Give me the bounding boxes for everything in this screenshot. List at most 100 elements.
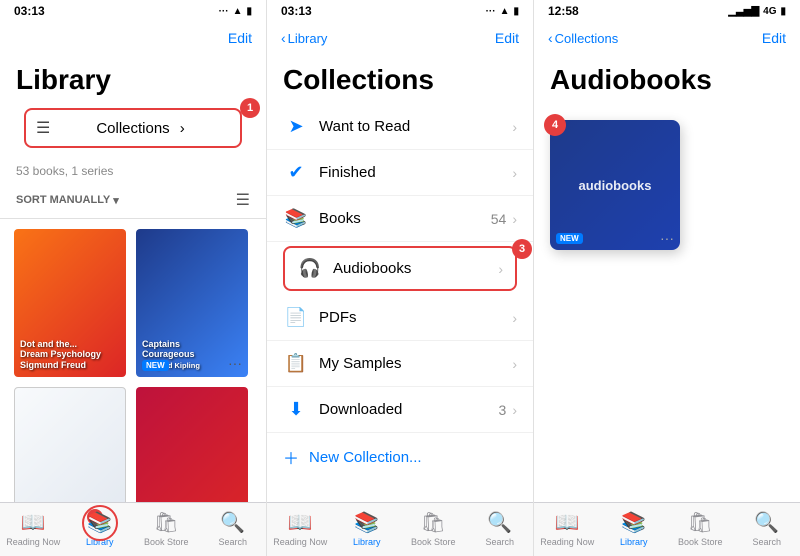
- book-title-1: Dot and the...Dream PsychologySigmund Fr…: [14, 333, 126, 377]
- audiobook-num-badge: 4: [544, 114, 566, 136]
- audiobooks-grid: audiobooks NEW ··· 4: [534, 104, 800, 502]
- tab-library-left[interactable]: 📚 Library 1: [67, 507, 134, 550]
- book-cover-2[interactable]: CaptainsCourageousRudyard Kipling NEW ··…: [136, 229, 248, 377]
- downloaded-label: Downloaded: [319, 401, 499, 418]
- tab-search-right[interactable]: 🔍 Search: [734, 507, 800, 550]
- status-bar-mid: 03:13 ··· ▲ ▮: [267, 0, 533, 22]
- sort-value: MANUALLY: [50, 194, 111, 206]
- time-left: 03:13: [14, 4, 45, 18]
- search-icon-left: 🔍: [220, 510, 245, 535]
- status-icons-right: ▁▃▅▇ 4G ▮: [728, 6, 786, 17]
- audiobooks-label: Audiobooks: [333, 260, 498, 277]
- collections-row-container: ☰ Collections › 1: [12, 104, 254, 156]
- pdfs-label: PDFs: [319, 309, 512, 326]
- tab-library-right[interactable]: 📚 Library: [601, 507, 668, 550]
- audiobooks-icon: 🎧: [297, 258, 323, 279]
- tab-bookstore-label-right: Book Store: [678, 537, 723, 547]
- time-mid: 03:13: [281, 4, 312, 18]
- tab-bookstore-mid[interactable]: 🛍 Book Store: [400, 507, 467, 550]
- tab-reading-now-mid[interactable]: 📖 Reading Now: [267, 507, 334, 550]
- tab-reading-now-label-mid: Reading Now: [273, 537, 327, 547]
- panel-collections: 03:13 ··· ▲ ▮ ‹ Library Edit Collections…: [267, 0, 534, 556]
- samples-label: My Samples: [319, 355, 512, 372]
- tab-library-mid[interactable]: 📚 Library: [334, 507, 401, 550]
- tab-search-left[interactable]: 🔍 Search: [200, 507, 267, 550]
- chevron-left-icon-right: ‹: [548, 30, 553, 46]
- library-circle: 📚: [87, 510, 112, 535]
- finished-icon: ✔: [283, 162, 309, 183]
- tab-bookstore-left[interactable]: 🛍 Book Store: [133, 507, 200, 550]
- tab-bookstore-right[interactable]: 🛍 Book Store: [667, 507, 734, 550]
- reading-now-icon-right: 📖: [555, 510, 580, 535]
- collection-downloaded[interactable]: ⬇ Downloaded 3 ›: [267, 387, 533, 433]
- collections-badge: 1: [240, 98, 260, 118]
- nav-bar-mid: ‹ Library Edit: [267, 22, 533, 58]
- bookstore-icon-mid: 🛍: [421, 510, 446, 535]
- back-label-mid: Library: [288, 31, 328, 46]
- bookstore-icon: 🛍: [154, 510, 179, 535]
- downloaded-count: 3: [499, 402, 507, 418]
- bookstore-icon-right: 🛍: [688, 510, 713, 535]
- tab-bookstore-label-mid: Book Store: [411, 537, 456, 547]
- grid-icon[interactable]: ☰: [236, 190, 250, 210]
- samples-icon: 📋: [283, 353, 309, 374]
- chevron-finished: ›: [512, 165, 517, 181]
- chevron-samples: ›: [512, 356, 517, 372]
- books-icon: 📚: [283, 208, 309, 229]
- nav-bar-right: ‹ Collections Edit: [534, 22, 800, 58]
- tab-reading-now-left[interactable]: 📖 Reading Now: [0, 507, 67, 550]
- chevron-want: ›: [512, 119, 517, 135]
- book-title-4: A FairPenitent: [136, 501, 248, 502]
- tab-bar-left: 📖 Reading Now 📚 Library 1 🛍 Book Store 🔍…: [0, 502, 266, 556]
- search-icon-right: 🔍: [754, 510, 779, 535]
- books-count: 54: [491, 211, 507, 227]
- new-collection-row[interactable]: ＋ New Collection...: [267, 433, 533, 481]
- collection-books[interactable]: 📚 Books 54 ›: [267, 196, 533, 242]
- chevron-downloaded: ›: [512, 402, 517, 418]
- new-collection-label: New Collection...: [309, 449, 422, 466]
- sort-label: SORT: [16, 194, 47, 206]
- wifi-icon-mid: ▲: [500, 6, 510, 17]
- search-icon-mid: 🔍: [487, 510, 512, 535]
- audiobook-cover[interactable]: audiobooks NEW ···: [550, 120, 680, 250]
- collection-finished[interactable]: ✔ Finished ›: [267, 150, 533, 196]
- collections-row[interactable]: ☰ Collections ›: [24, 108, 242, 148]
- back-library-button[interactable]: ‹ Library: [281, 30, 327, 46]
- downloaded-icon: ⬇: [283, 399, 309, 420]
- signal-icon: ···: [219, 6, 229, 17]
- chevron-right-icon: ›: [180, 120, 230, 137]
- collection-audiobooks[interactable]: 🎧 Audiobooks ›: [283, 246, 517, 291]
- tab-reading-now-right[interactable]: 📖 Reading Now: [534, 507, 601, 550]
- edit-button-left[interactable]: Edit: [228, 30, 252, 46]
- signal-bars-icon: ▁▃▅▇: [728, 6, 759, 17]
- tab-reading-now-label: Reading Now: [6, 537, 60, 547]
- want-to-read-label: Want to Read: [319, 118, 512, 135]
- audiobooks-highlighted-container: 🎧 Audiobooks › 3: [275, 246, 525, 291]
- audiobook-item-container: audiobooks NEW ··· 4: [550, 120, 680, 250]
- panel-audiobooks: 12:58 ▁▃▅▇ 4G ▮ ‹ Collections Edit Audio…: [534, 0, 800, 556]
- chevron-books: ›: [512, 211, 517, 227]
- back-label-right: Collections: [555, 31, 619, 46]
- lib-count: 53 books, 1 series: [0, 164, 266, 186]
- back-collections-button[interactable]: ‹ Collections: [548, 30, 618, 46]
- collection-pdfs[interactable]: 📄 PDFs ›: [267, 295, 533, 341]
- book-cover-4[interactable]: A FairPenitent: [136, 387, 248, 502]
- edit-button-mid[interactable]: Edit: [495, 30, 519, 46]
- page-title-left: Library: [0, 58, 266, 104]
- more-dots-2[interactable]: ···: [228, 355, 242, 371]
- sort-mode[interactable]: SORT MANUALLY ▾: [16, 194, 119, 207]
- more-dots-audiobook[interactable]: ···: [660, 230, 674, 246]
- book-cover-1[interactable]: Dot and the...Dream PsychologySigmund Fr…: [14, 229, 126, 377]
- chevron-left-icon: ‹: [281, 30, 286, 46]
- collection-want-to-read[interactable]: ➤ Want to Read ›: [267, 104, 533, 150]
- books-label: Books: [319, 210, 491, 227]
- want-to-read-icon: ➤: [283, 116, 309, 137]
- collection-my-samples[interactable]: 📋 My Samples ›: [267, 341, 533, 387]
- edit-button-right[interactable]: Edit: [762, 30, 786, 46]
- wifi-icon: ▲: [233, 6, 243, 17]
- chevron-pdfs: ›: [512, 310, 517, 326]
- tab-search-mid[interactable]: 🔍 Search: [467, 507, 534, 550]
- reading-now-icon-mid: 📖: [288, 510, 313, 535]
- tab-bookstore-label-left: Book Store: [144, 537, 189, 547]
- book-cover-3[interactable]: THE ROYAL WEDDING: [14, 387, 126, 502]
